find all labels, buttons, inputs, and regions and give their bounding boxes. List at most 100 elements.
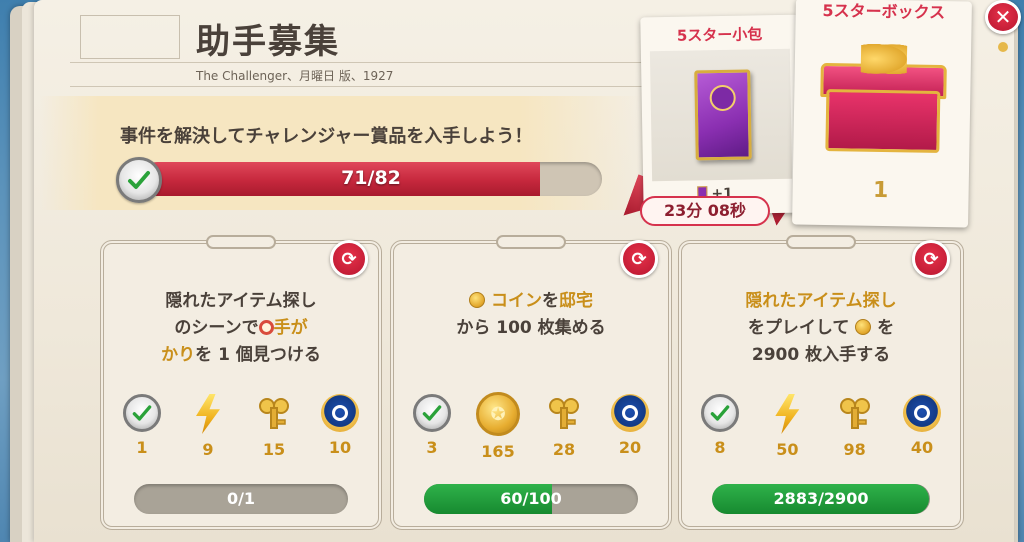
reward-key: 98 <box>827 394 883 459</box>
reward-card-pack[interactable]: 5スター小包 +1 <box>640 14 802 216</box>
coin-icon <box>469 292 486 308</box>
reward-value: 28 <box>552 440 576 459</box>
pack-title: 5スター小包 <box>676 25 763 45</box>
task-description: コインを邸宅 から 100 枚集める <box>408 288 654 342</box>
task-highlight: コイン <box>490 291 542 311</box>
book-emblem <box>709 84 736 112</box>
refresh-button[interactable]: ⟳ <box>620 240 658 278</box>
task-highlight: 手が <box>273 318 308 338</box>
reward-key: 28 <box>536 394 592 461</box>
refresh-button[interactable]: ⟳ <box>330 240 368 278</box>
task-line: のシーンで 手が <box>118 315 364 342</box>
reward-coin: ✪ 165 <box>470 392 526 461</box>
check-badge-icon <box>701 394 739 432</box>
refresh-icon: ⟳ <box>923 248 939 270</box>
reward-energy: 9 <box>180 394 236 459</box>
task-progress-bar: 60/100 <box>424 484 638 514</box>
reward-value: 8 <box>714 438 726 457</box>
task-progress-label: 0/1 <box>226 489 256 508</box>
task-rewards: 3 ✪ 165 28 20 <box>404 392 658 461</box>
header-rule <box>70 62 664 63</box>
refresh-icon: ⟳ <box>631 248 647 270</box>
magnifier-medal-icon <box>902 394 941 432</box>
task-panel-1: ⟳ 隠れたアイテム探し のシーンで 手が かりを 1 個見つける 1 9 15 1… <box>100 235 382 530</box>
task-line: 2900 枚入手する <box>751 345 891 365</box>
wind-up-key-icon <box>544 394 584 434</box>
task-text-part: のシーンで <box>174 318 259 338</box>
reward-value: 10 <box>328 438 352 457</box>
task-text-part: を 1 個見つける <box>195 345 321 365</box>
reward-check: 3 <box>404 394 460 461</box>
check-badge-icon <box>123 394 161 432</box>
task-rewards: 1 9 15 10 <box>114 394 368 459</box>
task-line: をプレイして を <box>696 315 946 342</box>
wind-up-key-icon <box>254 394 294 434</box>
box-count: 1 <box>872 177 889 204</box>
wind-up-key-icon <box>835 394 875 434</box>
reward-value: 20 <box>618 438 642 457</box>
reward-value: 9 <box>202 440 214 459</box>
reward-value: 3 <box>426 438 438 457</box>
book-icon <box>694 69 752 161</box>
chest-bow <box>860 43 908 75</box>
task-progress-label: 60/100 <box>500 489 562 508</box>
reward-value: 40 <box>910 438 934 457</box>
masthead-emblem <box>80 15 180 59</box>
header-rule-lower <box>70 86 664 87</box>
page-subtitle: The Challenger、月曜日 版、1927 <box>196 69 394 83</box>
reward-medal: 10 <box>312 394 368 459</box>
task-text-part: をプレイして <box>747 318 850 338</box>
reward-card-box[interactable]: 5スターボックス 1 <box>792 0 972 228</box>
panel-ornament <box>786 235 856 249</box>
reward-medal: 20 <box>602 394 658 461</box>
task-progress-label: 2883/2900 <box>773 489 869 508</box>
reward-key: 15 <box>246 394 302 459</box>
challenge-progress-bar: 71/82 <box>140 162 602 196</box>
reward-medal: 40 <box>894 394 950 459</box>
challenge-description: 事件を解決してチャレンジャー賞品を入手しよう！ <box>120 126 533 147</box>
task-text-part: を <box>877 318 895 338</box>
challenge-progress-label: 71/82 <box>341 167 401 189</box>
task-description: 隠れたアイテム探し をプレイして を 2900 枚入手する <box>696 288 946 369</box>
task-line: コインを邸宅 <box>408 288 654 315</box>
reward-value: 50 <box>776 440 799 459</box>
pack-image <box>649 48 793 182</box>
task-line: から 100 枚集める <box>456 318 606 338</box>
coin-icon <box>855 319 872 335</box>
refresh-button[interactable]: ⟳ <box>912 240 950 278</box>
task-panel-2: ⟳ コインを邸宅 から 100 枚集める 3 ✪ 165 28 20 60/10… <box>390 235 672 530</box>
task-rewards: 8 50 98 40 <box>692 394 950 459</box>
task-text-part: を <box>541 291 559 311</box>
panel-ornament <box>496 235 566 249</box>
reward-value: 1 <box>136 438 148 457</box>
task-progress-bar: 0/1 <box>134 484 348 514</box>
box-title: 5スターボックス <box>822 0 946 23</box>
panel-ornament <box>206 235 276 249</box>
decor-dot <box>998 42 1008 52</box>
pack-timer: 23分 08秒 <box>640 196 770 226</box>
task-progress-bar: 2883/2900 <box>712 484 930 514</box>
chest-body <box>825 89 941 154</box>
reward-check: 8 <box>692 394 748 459</box>
magnifier-medal-icon <box>321 394 359 432</box>
reward-value: 165 <box>481 442 515 461</box>
task-panel-3: ⟳ 隠れたアイテム探し をプレイして を 2900 枚入手する 8 50 98 … <box>678 235 964 530</box>
task-highlight: 隠れたアイテム探し <box>745 291 897 311</box>
check-badge-icon <box>116 157 162 203</box>
task-highlight: 邸宅 <box>558 291 593 311</box>
magnifier-medal-icon <box>611 394 649 432</box>
chest-icon <box>811 39 955 167</box>
task-line: 隠れたアイテム探し <box>165 291 317 311</box>
reward-value: 15 <box>262 440 286 459</box>
lightning-icon <box>196 394 220 434</box>
close-button[interactable]: ✕ <box>985 0 1021 34</box>
lightning-icon <box>775 394 800 434</box>
task-line: かりを 1 個見つける <box>118 342 364 369</box>
reward-check: 1 <box>114 394 170 459</box>
page-title: 助手募集 <box>196 22 340 62</box>
reward-energy: 50 <box>759 394 815 459</box>
task-description: 隠れたアイテム探し のシーンで 手が かりを 1 個見つける <box>118 288 364 369</box>
reward-value: 98 <box>843 440 866 459</box>
task-highlight: かり <box>161 345 196 365</box>
refresh-icon: ⟳ <box>341 248 357 270</box>
